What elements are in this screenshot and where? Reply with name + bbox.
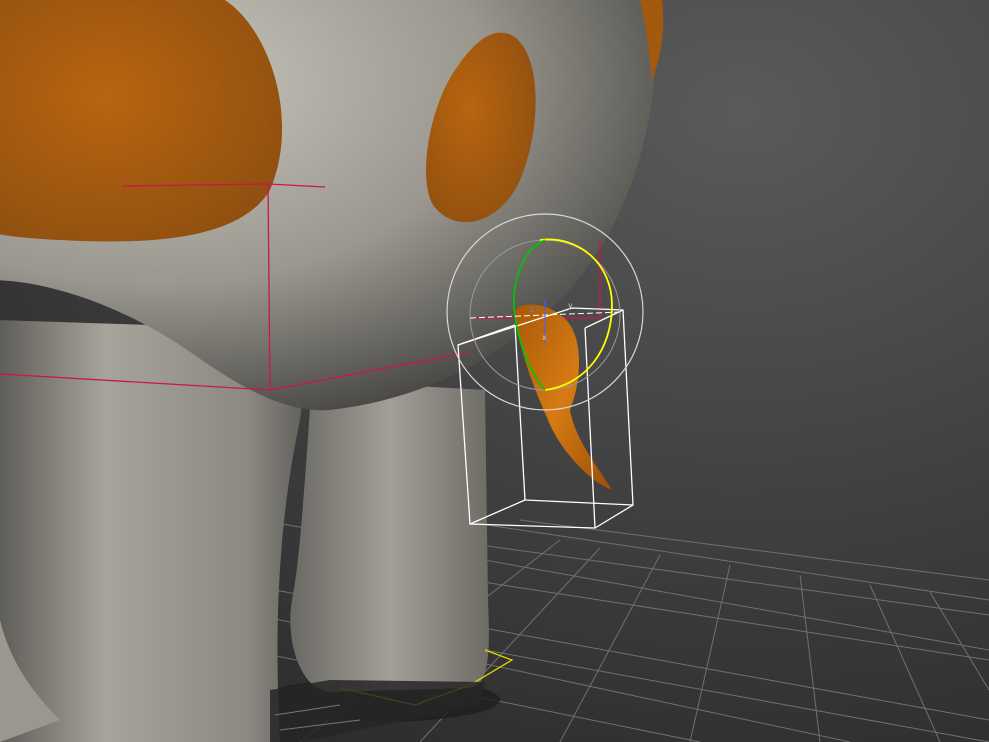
scene-canvas[interactable]: z y x [0,0,989,742]
viewport-3d[interactable]: z y x [0,0,989,742]
cow-back-leg [290,380,489,692]
cow-spot-large [0,0,282,242]
gizmo-label-x: x [542,333,547,342]
gizmo-label-z: z [530,305,534,314]
gizmo-label-y: y [568,301,573,310]
